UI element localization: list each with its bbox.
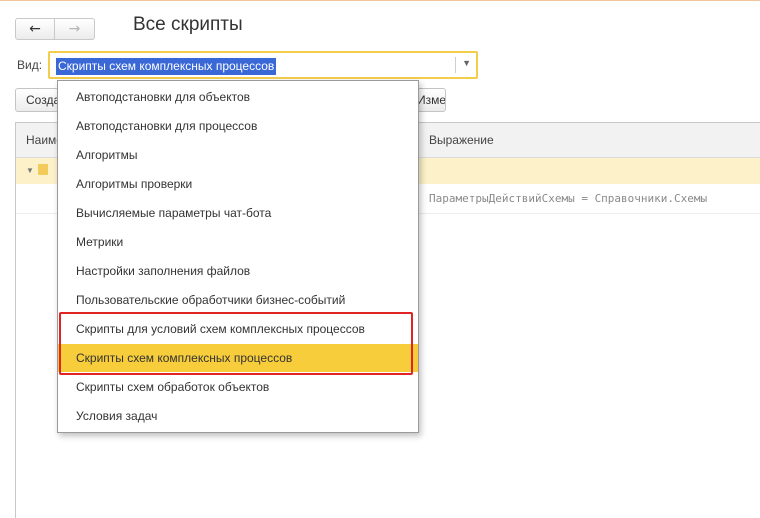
chevron-down-icon[interactable]: ▼: [462, 58, 471, 68]
folder-icon: [38, 164, 48, 175]
dropdown-item[interactable]: Автоподстановки для объектов: [58, 83, 418, 111]
view-select[interactable]: Скрипты схем комплексных процессов ▼: [48, 51, 478, 79]
dropdown-item[interactable]: Условия задач: [58, 402, 418, 430]
annotation-highlight-box: [59, 312, 413, 375]
dropdown-item[interactable]: Алгоритмы: [58, 141, 418, 169]
dropdown-item[interactable]: Вычисляемые параметры чат-бота: [58, 199, 418, 227]
row-expression: ПараметрыДействийСхемы = Справочники.Схе…: [429, 192, 708, 205]
view-dropdown-list: Автоподстановки для объектов Автоподстан…: [57, 80, 419, 433]
top-border: [0, 0, 760, 1]
dropdown-item[interactable]: Настройки заполнения файлов: [58, 257, 418, 285]
create-button[interactable]: Создать: [15, 88, 59, 112]
forward-button[interactable]: →: [55, 18, 95, 40]
dropdown-item[interactable]: Пользовательские обработчики бизнес-собы…: [58, 286, 418, 314]
dropdown-item[interactable]: Алгоритмы проверки: [58, 170, 418, 198]
back-button[interactable]: ←: [15, 18, 55, 40]
arrow-right-icon: →: [68, 21, 81, 37]
view-select-divider: [455, 57, 456, 73]
dropdown-item[interactable]: Автоподстановки для процессов: [58, 112, 418, 140]
expand-triangle-icon[interactable]: ▼: [26, 166, 34, 175]
history-nav: ← →: [15, 18, 95, 40]
view-select-value: Скрипты схем комплексных процессов: [56, 58, 277, 75]
dropdown-item[interactable]: Скрипты схем обработок объектов: [58, 373, 418, 401]
dropdown-item[interactable]: Метрики: [58, 228, 418, 256]
page-title: Все скрипты: [133, 14, 243, 35]
column-header-expression[interactable]: Выражение: [429, 133, 494, 147]
view-label: Вид:: [17, 58, 43, 72]
arrow-left-icon: ←: [29, 21, 41, 37]
